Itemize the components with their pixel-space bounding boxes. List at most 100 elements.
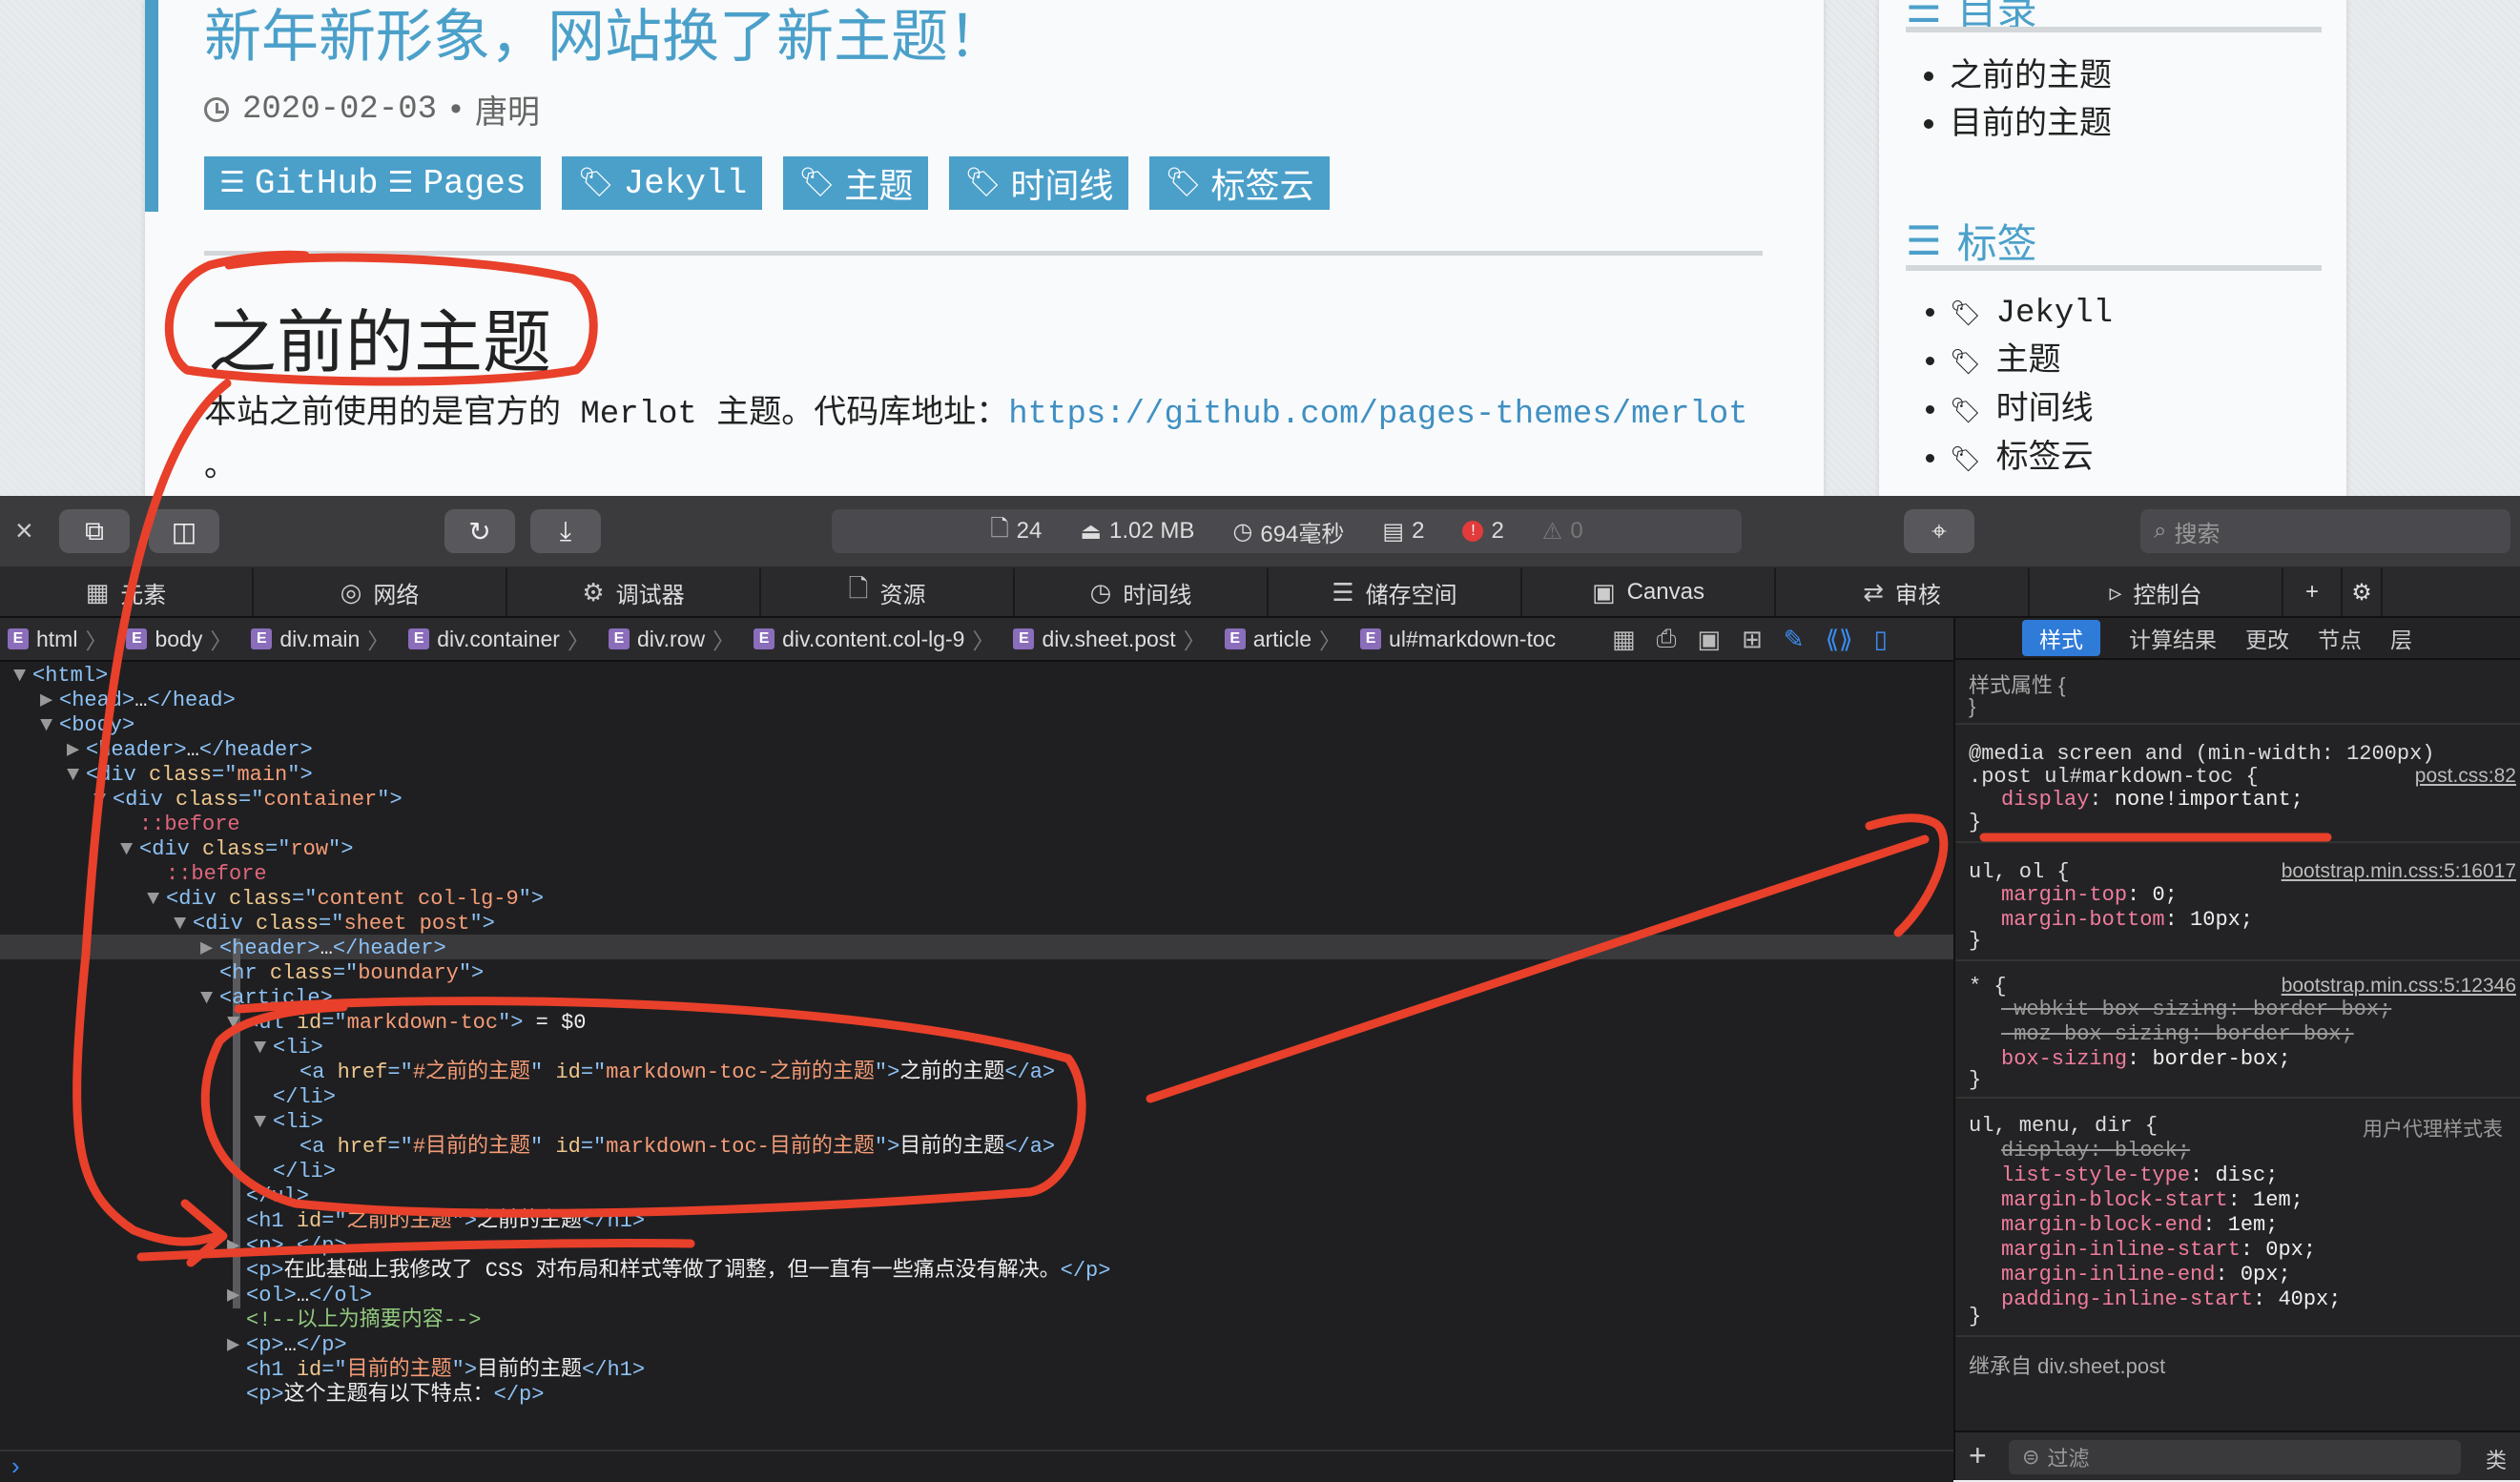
dom-node[interactable]: ::before — [120, 813, 240, 837]
pencil-icon[interactable]: ✎ — [1784, 625, 1805, 654]
tab-document[interactable]: 🗋 资源 — [761, 568, 1015, 616]
rule3-source[interactable]: bootstrap.min.css:5:12346 — [2282, 975, 2516, 998]
dom-node[interactable]: ▼ <div class="container"> — [93, 788, 403, 813]
dom-node[interactable]: <p>在此基础上我修改了 CSS 对布局和样式等做了调整，但一直有一些痛点没有解… — [227, 1259, 1110, 1284]
css-declaration[interactable]: -webkit-box-sizing: border-box; — [2001, 998, 2391, 1022]
tab-grid[interactable]: ▦ 元素 — [0, 568, 254, 616]
css-declaration[interactable]: margin-block-end: 1em; — [2001, 1213, 2278, 1238]
filter-field[interactable]: ⊜ 过滤 — [2009, 1440, 2461, 1474]
search-field[interactable]: ⌕ 搜索 — [2140, 509, 2510, 553]
disclosure-open-icon[interactable]: ▼ — [13, 664, 32, 689]
dom-node[interactable]: <hr class="boundary"> — [200, 961, 484, 986]
disclosure-closed-icon[interactable]: ▶ — [227, 1234, 246, 1259]
dom-node[interactable]: ▼ <html> — [13, 664, 108, 689]
style-tab[interactable]: 层 — [2390, 622, 2412, 654]
dom-node[interactable]: <p>这个主题有以下特点：</p> — [227, 1383, 544, 1408]
tab-audit[interactable]: ⇄ 审核 — [1776, 568, 2030, 616]
dom-node[interactable]: <h1 id="之前的主题">之前的主题</h1> — [227, 1209, 645, 1234]
dom-node[interactable]: ▼ <ul id="markdown-toc"> = $0 — [227, 1011, 586, 1036]
sidebar-toggle-icon[interactable]: ▯ — [1873, 625, 1887, 654]
breadcrumb-item[interactable]: Ediv.row 〉 — [601, 623, 746, 655]
load-time[interactable]: ◷ 694毫秒 — [1232, 515, 1344, 548]
dock-side-button[interactable]: ◫ — [149, 509, 219, 553]
post-tag[interactable]: 🏷 主题 — [783, 156, 929, 210]
post-author[interactable]: 唐明 — [475, 86, 540, 133]
classes-toggle[interactable]: 类 — [2486, 1444, 2507, 1474]
sidebar-tag-item[interactable]: 🏷 Jekyll — [1950, 290, 2113, 339]
breadcrumb-item[interactable]: Eul#markdown-toc — [1353, 627, 1567, 652]
css-declaration[interactable]: -moz-box-sizing: border-box; — [2001, 1022, 2354, 1047]
post-tag[interactable]: 🏷 时间线 — [949, 156, 1129, 210]
dom-node[interactable]: ▼ <li> — [254, 1036, 323, 1060]
breadcrumb-item[interactable]: Ediv.sheet.post 〉 — [1005, 623, 1216, 655]
dom-node[interactable]: <!--以上为摘要内容--> — [227, 1308, 481, 1333]
element-picker-button[interactable]: ⌖ — [1904, 509, 1974, 553]
style-tab[interactable]: 更改 — [2245, 622, 2289, 654]
breadcrumb-item[interactable]: Earticle 〉 — [1217, 623, 1353, 655]
post-tag[interactable]: 🏷 Jekyll — [562, 156, 763, 210]
rule1-declaration[interactable]: display: none!important; — [2001, 788, 2303, 813]
dom-node[interactable]: ▶ <p>…</p> — [227, 1234, 347, 1259]
dock-detach-button[interactable]: ⧉ — [59, 509, 130, 553]
new-tab-button[interactable]: + — [2283, 568, 2343, 616]
disclosure-open-icon[interactable]: ▼ — [120, 837, 139, 862]
breadcrumb-item[interactable]: Ediv.main 〉 — [243, 623, 401, 655]
tab-database[interactable]: ☰ 储存空间 — [1269, 568, 1522, 616]
style-tab[interactable]: 节点 — [2318, 622, 2362, 654]
download-button[interactable]: ⤓ — [530, 509, 601, 553]
layout-icon[interactable]: ▦ — [1612, 625, 1636, 654]
add-rule-icon[interactable]: + — [1969, 1438, 1987, 1473]
grid-icon[interactable]: ⊞ — [1742, 625, 1763, 654]
disclosure-closed-icon[interactable]: ▶ — [227, 1284, 246, 1308]
disclosure-open-icon[interactable]: ▼ — [200, 986, 219, 1011]
disclosure-open-icon[interactable]: ▼ — [40, 713, 59, 738]
dom-node[interactable]: ▶ <head>…</head> — [40, 689, 236, 713]
code-icon[interactable]: ⟪⟫ — [1826, 625, 1853, 654]
breadcrumb-item[interactable]: Ediv.container 〉 — [401, 623, 601, 655]
disclosure-closed-icon[interactable]: ▶ — [227, 1333, 246, 1358]
disclosure-open-icon[interactable]: ▼ — [174, 912, 193, 937]
dom-node[interactable]: ▼ <div class="content col-lg-9"> — [147, 887, 544, 912]
log-count[interactable]: ▤ 2 — [1382, 518, 1424, 545]
disclosure-open-icon[interactable]: ▼ — [93, 788, 113, 813]
disclosure-open-icon[interactable]: ▼ — [147, 887, 166, 912]
dom-node[interactable]: <a href="#之前的主题" id="markdown-toc-之前的主题"… — [280, 1060, 1055, 1085]
disclosure-open-icon[interactable]: ▼ — [254, 1110, 273, 1135]
css-declaration[interactable]: list-style-type: disc; — [2001, 1163, 2278, 1188]
breadcrumb-item[interactable]: Ebody 〉 — [118, 623, 243, 655]
css-declaration[interactable]: margin-inline-end: 0px; — [2001, 1263, 2291, 1287]
css-declaration[interactable]: margin-inline-start: 0px; — [2001, 1238, 2316, 1263]
reload-button[interactable]: ↻ — [444, 509, 515, 553]
screenshot-icon[interactable]: ▣ — [1697, 625, 1721, 654]
css-declaration[interactable]: box-sizing: border-box; — [2001, 1047, 2291, 1072]
resource-size[interactable]: ⏏ 1.02 MB — [1080, 518, 1194, 545]
css-declaration[interactable]: display: block; — [2001, 1139, 2190, 1163]
resource-count[interactable]: 🗋 24 — [990, 512, 1042, 551]
print-icon[interactable]: ⎙ — [1657, 624, 1677, 654]
post-tag[interactable]: ☰ GitHub ☰ Pages — [204, 156, 542, 210]
dom-node[interactable]: ▶ <header>…</header> — [67, 738, 313, 763]
toc-item[interactable]: 之前的主题 — [1950, 51, 2112, 99]
style-tab[interactable]: 样式 — [2022, 620, 2100, 656]
dom-node[interactable]: ▶ <p>…</p> — [227, 1333, 347, 1358]
dom-node[interactable]: ▶ <header>…</header> — [200, 937, 446, 961]
console-prompt[interactable]: › — [0, 1450, 1953, 1482]
disclosure-closed-icon[interactable]: ▶ — [40, 689, 59, 713]
tab-canvas[interactable]: ▣ Canvas — [1522, 568, 1776, 616]
rule2-source[interactable]: bootstrap.min.css:5:16017 — [2282, 860, 2516, 883]
css-declaration[interactable]: margin-bottom: 10px; — [2001, 908, 2253, 933]
dom-node[interactable]: ▼ <div class="main"> — [67, 763, 313, 788]
disclosure-closed-icon[interactable]: ▶ — [67, 738, 86, 763]
post-tag[interactable]: 🏷 标签云 — [1149, 156, 1330, 210]
css-declaration[interactable]: padding-inline-start: 40px; — [2001, 1287, 2341, 1312]
sidebar-tag-item[interactable]: 🏷 时间线 — [1950, 387, 2113, 436]
dom-node[interactable]: ▼ <article> — [200, 986, 333, 1011]
css-declaration[interactable]: margin-top: 0; — [2001, 883, 2178, 908]
dom-node[interactable]: <a href="#目前的主题" id="markdown-toc-目前的主题"… — [280, 1135, 1055, 1160]
dom-node[interactable]: </li> — [254, 1160, 336, 1184]
rule1-source[interactable]: post.css:82 — [2415, 765, 2516, 788]
dom-node[interactable]: <h1 id="目前的主题">目前的主题</h1> — [227, 1358, 645, 1383]
dom-node[interactable]: ▼ <body> — [40, 713, 134, 738]
tab-network[interactable]: ◎ 网络 — [254, 568, 507, 616]
dom-node[interactable]: ::before — [147, 862, 267, 887]
